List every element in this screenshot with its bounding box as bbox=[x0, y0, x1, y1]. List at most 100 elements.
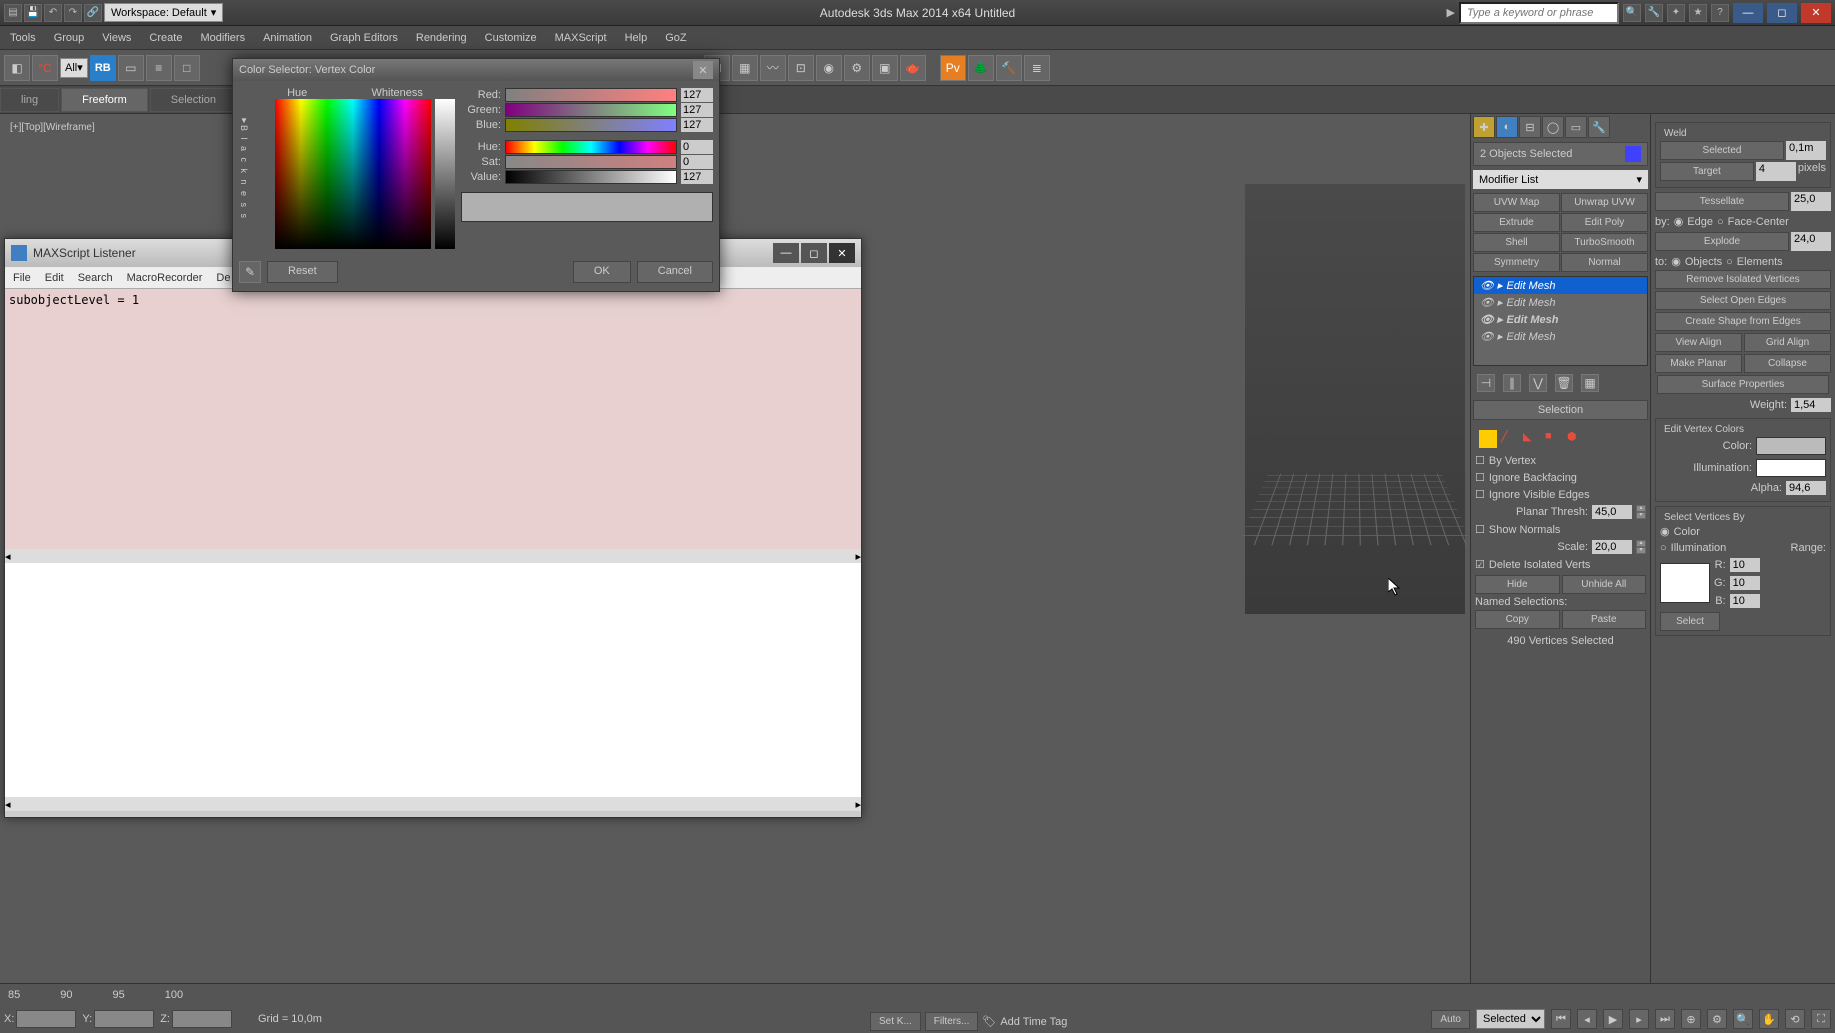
listener-output[interactable]: subobjectLevel = 1 bbox=[5, 289, 861, 549]
key-filters-button[interactable]: Filters... bbox=[925, 1012, 979, 1031]
listener-scrollbar[interactable]: ◂▸ bbox=[5, 549, 861, 563]
ignore-visible-checkbox[interactable]: ☐Ignore Visible Edges bbox=[1475, 486, 1646, 503]
add-time-tag[interactable]: Add Time Tag bbox=[1000, 1016, 1067, 1028]
color-preview[interactable] bbox=[461, 192, 713, 222]
stack-item[interactable]: 👁 ▸Edit Mesh bbox=[1474, 311, 1647, 328]
listener-minimize-button[interactable]: — bbox=[773, 243, 799, 263]
weld-selected-spinner[interactable]: 0,1m bbox=[1786, 141, 1826, 160]
time-config-icon[interactable]: ⚙ bbox=[1707, 1009, 1727, 1029]
menu-views[interactable]: Views bbox=[102, 32, 131, 44]
time-ruler[interactable]: 85 90 95 100 bbox=[0, 984, 1835, 1006]
green-value[interactable]: 127 bbox=[681, 103, 713, 117]
edge-radio[interactable]: ◉ bbox=[1674, 215, 1684, 228]
curve-icon[interactable]: 〰 bbox=[760, 55, 786, 81]
menu-animation[interactable]: Animation bbox=[263, 32, 312, 44]
g-spinner[interactable]: 10 bbox=[1730, 576, 1760, 590]
menu-create[interactable]: Create bbox=[149, 32, 182, 44]
menu-help[interactable]: Help bbox=[625, 32, 648, 44]
undo-icon[interactable]: ↶ bbox=[44, 4, 62, 22]
viewport-persp[interactable] bbox=[1245, 184, 1465, 614]
stack-item[interactable]: 👁 ▸Edit Mesh bbox=[1474, 328, 1647, 345]
mod-uvwmap[interactable]: UVW Map bbox=[1473, 193, 1560, 212]
menu-rendering[interactable]: Rendering bbox=[416, 32, 467, 44]
hide-button[interactable]: Hide bbox=[1475, 575, 1560, 594]
play-icon[interactable]: ▶ bbox=[1603, 1009, 1623, 1029]
grid-align-button[interactable]: Grid Align bbox=[1744, 333, 1831, 352]
teapot-icon[interactable]: 🫖 bbox=[900, 55, 926, 81]
wrench-icon[interactable]: 🔧 bbox=[1645, 4, 1663, 22]
maximize-button[interactable]: ◻ bbox=[1767, 3, 1797, 23]
edge-icon[interactable]: ╱ bbox=[1501, 430, 1519, 448]
sat-slider[interactable] bbox=[505, 155, 677, 169]
illum-swatch[interactable] bbox=[1756, 459, 1826, 477]
listener-close-button[interactable]: ✕ bbox=[829, 243, 855, 263]
select-name-icon[interactable]: ≡ bbox=[146, 55, 172, 81]
paste-button[interactable]: Paste bbox=[1562, 610, 1647, 629]
ribbon-tab-selection[interactable]: Selection bbox=[150, 88, 237, 112]
exchange-icon[interactable]: ✦ bbox=[1667, 4, 1685, 22]
explode-spinner[interactable]: 24,0 bbox=[1791, 232, 1831, 251]
layer-icon[interactable]: ▦ bbox=[732, 55, 758, 81]
alpha-spinner[interactable]: 94,6 bbox=[1786, 481, 1826, 495]
modifier-list-dropdown[interactable]: Modifier List▾ bbox=[1473, 170, 1648, 189]
vertex-icon[interactable]: ∴ bbox=[1479, 430, 1497, 448]
particle-icon[interactable]: Pv bbox=[940, 55, 966, 81]
green-slider[interactable] bbox=[505, 103, 677, 117]
tessellate-spinner[interactable]: 25,0 bbox=[1791, 192, 1831, 211]
close-button[interactable]: ✕ bbox=[1801, 3, 1831, 23]
planar-spinner[interactable]: 45,0 bbox=[1592, 505, 1632, 519]
mod-editpoly[interactable]: Edit Poly bbox=[1561, 213, 1648, 232]
listener-input[interactable] bbox=[5, 563, 861, 797]
color-swatch[interactable] bbox=[1756, 437, 1826, 455]
next-frame-icon[interactable]: ▸ bbox=[1629, 1009, 1649, 1029]
tessellate-button[interactable]: Tessellate bbox=[1655, 192, 1789, 211]
blue-slider[interactable] bbox=[505, 118, 677, 132]
copy-button[interactable]: Copy bbox=[1475, 610, 1560, 629]
pan-icon[interactable]: ✋ bbox=[1759, 1009, 1779, 1029]
goto-end-icon[interactable]: ⏭ bbox=[1655, 1009, 1675, 1029]
ok-button[interactable]: OK bbox=[573, 261, 631, 283]
rb-button[interactable]: RB bbox=[90, 55, 116, 81]
ignore-backfacing-checkbox[interactable]: ☐Ignore Backfacing bbox=[1475, 469, 1646, 486]
cancel-button[interactable]: Cancel bbox=[637, 261, 713, 283]
tree-icon[interactable]: 🌲 bbox=[968, 55, 994, 81]
select-open-edges-button[interactable]: Select Open Edges bbox=[1655, 291, 1831, 310]
tool-temp-icon[interactable]: °C bbox=[32, 55, 58, 81]
poly-icon[interactable]: ■ bbox=[1545, 430, 1563, 448]
listener-scrollbar-lower[interactable]: ◂▸ bbox=[5, 797, 861, 811]
value-value[interactable]: 127 bbox=[681, 170, 713, 184]
weld-target-button[interactable]: Target bbox=[1660, 162, 1754, 181]
value-slider[interactable] bbox=[505, 170, 677, 184]
color-radio[interactable]: ◉ bbox=[1660, 525, 1670, 538]
spin-up-icon[interactable]: ▴ bbox=[1636, 505, 1646, 512]
goto-start-icon[interactable]: ⏮ bbox=[1551, 1009, 1571, 1029]
red-value[interactable]: 127 bbox=[681, 88, 713, 102]
value-gradient[interactable] bbox=[435, 99, 455, 249]
red-slider[interactable] bbox=[505, 88, 677, 102]
pin-stack-icon[interactable]: ⊣ bbox=[1477, 374, 1495, 392]
key-mode-icon[interactable]: ⊕ bbox=[1681, 1009, 1701, 1029]
tab-create-icon[interactable]: ✚ bbox=[1473, 116, 1495, 138]
tab-motion-icon[interactable]: ◯ bbox=[1542, 116, 1564, 138]
maximize-viewport-icon[interactable]: ⛶ bbox=[1811, 1009, 1831, 1029]
select-icon[interactable]: ▭ bbox=[118, 55, 144, 81]
time-tag-icon[interactable]: 🏷 bbox=[982, 1015, 996, 1028]
weight-spinner[interactable]: 1,54 bbox=[1791, 398, 1831, 412]
make-planar-button[interactable]: Make Planar bbox=[1655, 354, 1742, 373]
tab-modify-icon[interactable]: ◐ bbox=[1496, 116, 1518, 138]
menu-customize[interactable]: Customize bbox=[485, 32, 537, 44]
minimize-button[interactable]: — bbox=[1733, 3, 1763, 23]
prev-frame-icon[interactable]: ◂ bbox=[1577, 1009, 1597, 1029]
color-dialog-titlebar[interactable]: Color Selector: Vertex Color ✕ bbox=[233, 59, 719, 81]
tab-hierarchy-icon[interactable]: ⊟ bbox=[1519, 116, 1541, 138]
ribbon-tab-freeform[interactable]: Freeform bbox=[61, 88, 148, 112]
ribbon-tab-modeling[interactable]: ling bbox=[0, 88, 59, 112]
listener-menu-search[interactable]: Search bbox=[78, 272, 113, 284]
remove-mod-icon[interactable]: 🗑 bbox=[1555, 374, 1573, 392]
menu-graph-editors[interactable]: Graph Editors bbox=[330, 32, 398, 44]
list-icon[interactable]: ≣ bbox=[1024, 55, 1050, 81]
facecenter-radio[interactable]: ○ bbox=[1717, 216, 1724, 228]
create-shape-button[interactable]: Create Shape from Edges bbox=[1655, 312, 1831, 331]
mod-normal[interactable]: Normal bbox=[1561, 253, 1648, 272]
b-spinner[interactable]: 10 bbox=[1730, 594, 1760, 608]
